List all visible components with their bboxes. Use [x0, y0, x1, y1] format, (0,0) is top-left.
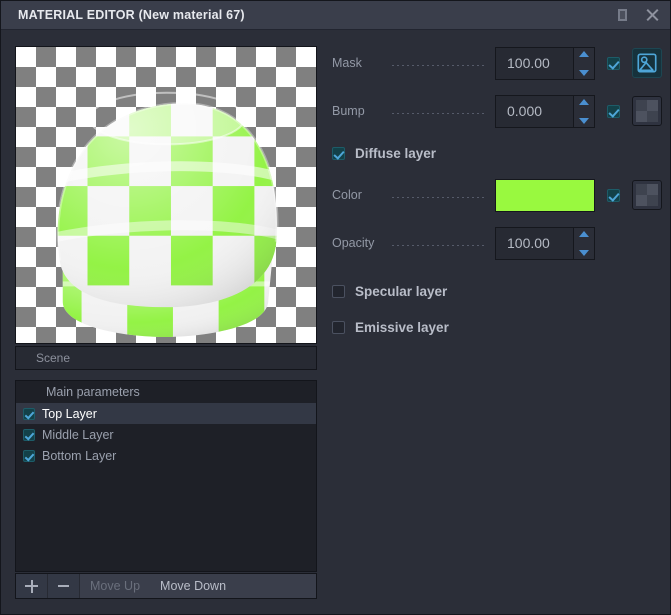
- mask-input[interactable]: 100.00: [495, 46, 574, 80]
- layer-label-middle: Middle Layer: [42, 427, 114, 442]
- bump-increment-icon[interactable]: [579, 98, 589, 105]
- title-bar: MATERIAL EDITOR (New material 67): [1, 1, 670, 30]
- mask-texture-button[interactable]: [632, 48, 662, 78]
- emissive-layer-checkbox[interactable]: [332, 320, 345, 334]
- color-leader-dots: [392, 196, 487, 198]
- bump-decrement-icon[interactable]: [579, 117, 589, 124]
- checkerboard-icon: [636, 100, 658, 122]
- layers-list-panel[interactable]: Main parameters Top Layer Middle Layer B…: [15, 380, 317, 572]
- layers-toolbar: Move Up Move Down: [15, 573, 317, 599]
- mask-spinners: [574, 46, 595, 80]
- opacity-label: Opacity: [332, 236, 375, 250]
- plus-icon: [25, 579, 38, 593]
- close-icon: [645, 8, 659, 22]
- diffuse-layer-toggle[interactable]: Diffuse layer: [332, 142, 662, 164]
- bump-stepper[interactable]: 0.000: [495, 94, 595, 128]
- bump-leader-dots: [392, 112, 487, 114]
- diffuse-layer-label: Diffuse layer: [355, 145, 437, 161]
- color-label: Color: [332, 188, 362, 202]
- opacity-spinners: [574, 226, 595, 260]
- bump-input[interactable]: 0.000: [495, 94, 574, 128]
- mask-decrement-icon[interactable]: [579, 69, 589, 76]
- emissive-layer-toggle[interactable]: Emissive layer: [332, 316, 662, 338]
- minus-icon: [58, 585, 69, 587]
- bump-spinners: [574, 94, 595, 128]
- image-icon: [637, 53, 657, 73]
- color-texture-button[interactable]: [632, 180, 662, 210]
- window-title: MATERIAL EDITOR (New material 67): [18, 8, 245, 22]
- color-enabled-checkbox[interactable]: [607, 188, 620, 202]
- layer-row-top[interactable]: Top Layer: [16, 403, 316, 424]
- bump-texture-button[interactable]: [632, 96, 662, 126]
- opacity-row: Opacity 100.00: [332, 226, 662, 260]
- opacity-leader-dots: [392, 244, 487, 246]
- restore-button[interactable]: [614, 7, 630, 23]
- restore-icon: [617, 9, 627, 21]
- opacity-input[interactable]: 100.00: [495, 226, 574, 260]
- remove-layer-button[interactable]: [48, 574, 80, 598]
- specular-layer-checkbox[interactable]: [332, 284, 345, 298]
- close-button[interactable]: [644, 7, 660, 23]
- mask-stepper[interactable]: 100.00: [495, 46, 595, 80]
- diffuse-layer-checkbox[interactable]: [332, 146, 345, 160]
- mask-leader-dots: [392, 64, 487, 66]
- layer-row-bottom[interactable]: Bottom Layer: [16, 445, 316, 466]
- mask-row: Mask 100.00: [332, 46, 662, 80]
- checkerboard-icon: [636, 184, 658, 206]
- color-swatch-wrapper: [495, 178, 595, 212]
- opacity-stepper[interactable]: 100.00: [495, 226, 595, 260]
- add-layer-button[interactable]: [16, 574, 48, 598]
- emissive-layer-label: Emissive layer: [355, 319, 449, 335]
- specular-layer-label: Specular layer: [355, 283, 448, 299]
- mask-label: Mask: [332, 56, 362, 70]
- parameters-panel: Mask 100.00 Bump 0.000 Diffuse layer Col…: [332, 46, 662, 352]
- layer-label-top: Top Layer: [42, 406, 97, 421]
- material-preview-viewport[interactable]: [15, 46, 317, 344]
- bump-label: Bump: [332, 104, 365, 118]
- layers-list-header: Main parameters: [16, 381, 316, 403]
- color-swatch[interactable]: [495, 178, 595, 212]
- material-editor-window: MATERIAL EDITOR (New material 67) Scene …: [0, 0, 671, 615]
- opacity-increment-icon[interactable]: [579, 230, 589, 237]
- mask-enabled-checkbox[interactable]: [607, 56, 620, 70]
- move-up-button[interactable]: Move Up: [80, 574, 150, 598]
- layer-label-bottom: Bottom Layer: [42, 448, 117, 463]
- opacity-decrement-icon[interactable]: [579, 249, 589, 256]
- mask-increment-icon[interactable]: [579, 50, 589, 57]
- layer-checkbox-middle[interactable]: [23, 428, 35, 441]
- move-down-button[interactable]: Move Down: [150, 574, 236, 598]
- scene-label-bar[interactable]: Scene: [15, 346, 317, 370]
- layer-checkbox-top[interactable]: [23, 407, 35, 420]
- bump-enabled-checkbox[interactable]: [607, 104, 620, 118]
- layer-checkbox-bottom[interactable]: [23, 449, 35, 462]
- scene-label: Scene: [36, 351, 71, 365]
- layer-row-middle[interactable]: Middle Layer: [16, 424, 316, 445]
- window-controls: [614, 7, 660, 23]
- specular-layer-toggle[interactable]: Specular layer: [332, 280, 662, 302]
- preview-object: [56, 91, 279, 338]
- color-row: Color: [332, 178, 662, 212]
- bump-row: Bump 0.000: [332, 94, 662, 128]
